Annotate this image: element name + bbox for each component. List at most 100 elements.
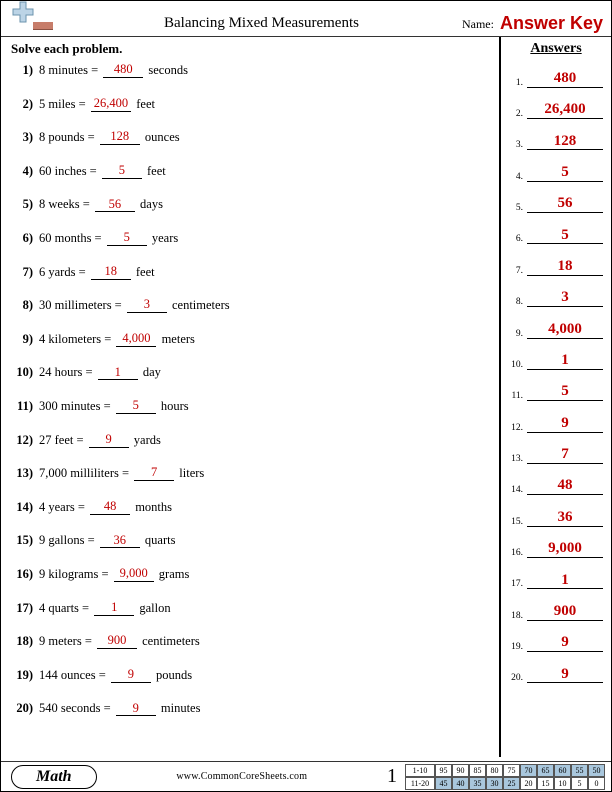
plus-icon [11,0,35,24]
worksheet-title: Balancing Mixed Measurements [61,15,462,34]
answer-value: 48 [527,478,603,495]
problem-rhs: grams [159,567,190,582]
problem-lhs: 7,000 milliliters = [39,466,129,481]
score-cell: 45 [435,777,452,790]
problem-rhs: minutes [161,701,201,716]
problem-number: 3) [11,130,33,145]
worksheet-footer: Math www.CommonCoreSheets.com 1 1-10 95 … [1,761,611,791]
answer-value: 9 [527,416,603,433]
problem-number: 2) [11,97,33,112]
problem-number: 13) [11,466,33,481]
answer-row: 11.5 [509,384,603,401]
answer-value: 56 [527,196,603,213]
problem-row: 9)4 kilometers = 4,000 meters [11,332,493,347]
problem-number: 19) [11,668,33,683]
problem-number: 16) [11,567,33,582]
score-cell: 0 [588,777,605,790]
logo [5,0,53,34]
score-cell: 60 [554,764,571,777]
answer-blank: 5 [102,164,142,179]
problem-rhs: centimeters [142,634,200,649]
answer-blank: 7 [134,466,174,481]
score-cell: 35 [469,777,486,790]
score-cell: 10 [554,777,571,790]
answer-row: 12.9 [509,416,603,433]
answer-row: 18.900 [509,604,603,621]
problem-row: 13)7,000 milliliters = 7 liters [11,466,493,481]
problem-number: 6) [11,231,33,246]
problem-row: 8)30 millimeters = 3 centimeters [11,298,493,313]
answer-blank: 128 [100,130,140,145]
score-cell: 95 [435,764,452,777]
answer-blank: 5 [107,231,147,246]
answer-blank: 9,000 [114,567,154,582]
score-cell: 40 [452,777,469,790]
problem-lhs: 540 seconds = [39,701,111,716]
answer-value: 1 [527,573,603,590]
problem-row: 20)540 seconds = 9 minutes [11,701,493,716]
score-cell: 5 [571,777,588,790]
answer-value: 1 [527,353,603,370]
problem-rhs: years [152,231,178,246]
score-row-label: 11-20 [405,777,435,790]
problem-number: 18) [11,634,33,649]
answer-number: 4. [509,172,523,182]
answer-row: 17.1 [509,573,603,590]
score-cell: 85 [469,764,486,777]
problem-lhs: 9 kilograms = [39,567,109,582]
answer-number: 6. [509,234,523,244]
problem-lhs: 4 quarts = [39,601,89,616]
answer-number: 5. [509,203,523,213]
score-cell: 15 [537,777,554,790]
problem-rhs: ounces [145,130,180,145]
answer-value: 9 [527,667,603,684]
answer-blank: 9 [111,668,151,683]
problem-rhs: months [135,500,172,515]
problem-number: 1) [11,63,33,78]
problem-row: 5)8 weeks = 56 days [11,197,493,212]
problem-number: 7) [11,265,33,280]
problem-number: 12) [11,433,33,448]
answer-value: 9 [527,635,603,652]
answer-value: 26,400 [527,102,603,119]
subject-pill: Math [11,765,97,789]
problem-lhs: 27 feet = [39,433,84,448]
answer-row: 9. 4,000 [509,322,603,339]
problem-lhs: 8 weeks = [39,197,90,212]
problem-row: 10)24 hours = 1 day [11,365,493,380]
problem-lhs: 30 millimeters = [39,298,122,313]
score-cell: 55 [571,764,588,777]
problem-row: 14)4 years = 48 months [11,500,493,515]
answer-number: 9. [509,329,523,339]
problem-lhs: 9 meters = [39,634,92,649]
answer-number: 8. [509,297,523,307]
answer-number: 2. [509,109,523,119]
answer-number: 13. [509,454,523,464]
site-url: www.CommonCoreSheets.com [97,771,387,782]
score-row-label: 1-10 [405,764,435,777]
problem-number: 4) [11,164,33,179]
answer-value: 128 [527,134,603,151]
answer-key-label: Answer Key [500,13,603,34]
score-cell: 65 [537,764,554,777]
answer-row: 7.18 [509,259,603,276]
answer-number: 19. [509,642,523,652]
answer-row: 13.7 [509,447,603,464]
answer-blank: 1 [94,601,134,616]
instruction-text: Solve each problem. [11,41,493,57]
answer-row: 1.480 [509,71,603,88]
problem-rhs: feet [147,164,166,179]
answer-value: 5 [527,228,603,245]
problem-number: 10) [11,365,33,380]
score-cell: 20 [520,777,537,790]
problem-row: 17)4 quarts = 1 gallon [11,601,493,616]
score-cell: 50 [588,764,605,777]
problem-row: 18)9 meters = 900 centimeters [11,634,493,649]
problem-rhs: seconds [148,63,188,78]
problem-lhs: 60 months = [39,231,102,246]
problem-lhs: 5 miles = [39,97,86,112]
answer-number: 1. [509,78,523,88]
problem-lhs: 8 pounds = [39,130,95,145]
answer-blank: 36 [100,534,140,549]
answer-value: 4,000 [527,322,603,339]
